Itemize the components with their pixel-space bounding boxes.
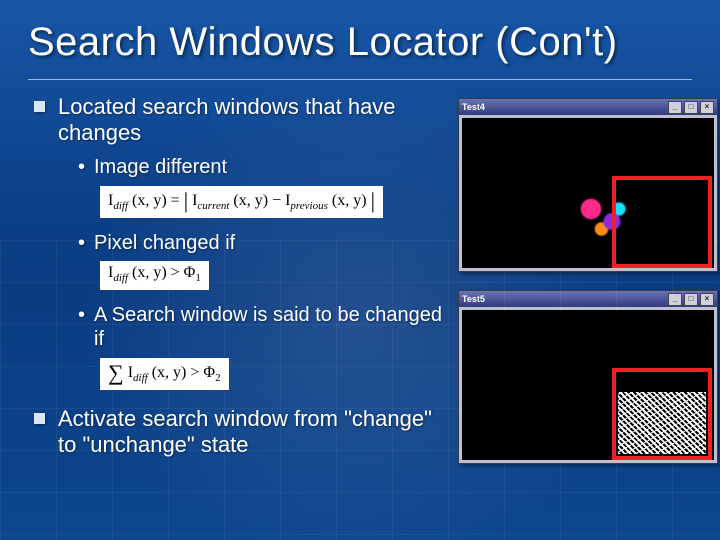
bullet-text: Located search windows that have changes bbox=[58, 94, 396, 145]
sub-text: Image different bbox=[94, 156, 227, 178]
sub-image-different: Image different Idiff (x, y) = | Icurren… bbox=[78, 156, 446, 218]
noise-pattern bbox=[618, 392, 706, 454]
formula-phi1: Idiff (x, y) > Φ1 bbox=[100, 261, 209, 290]
bullet-activate: Activate search window from "change" to … bbox=[28, 406, 446, 458]
window-canvas bbox=[462, 118, 714, 268]
sub-text: Pixel changed if bbox=[94, 232, 235, 254]
sub-text: A Search window is said to be changed if bbox=[94, 304, 442, 350]
sub-list: Image different Idiff (x, y) = | Icurren… bbox=[58, 156, 446, 390]
titlebar: Test5 _ □ × bbox=[459, 291, 717, 307]
image-column: Test4 _ □ × Test5 _ □ bbox=[458, 94, 718, 474]
maximize-icon[interactable]: □ bbox=[684, 293, 698, 306]
close-icon[interactable]: × bbox=[700, 293, 714, 306]
slide-body: Located search windows that have changes… bbox=[28, 94, 692, 474]
bullet-located: Located search windows that have changes… bbox=[28, 94, 446, 390]
window-title: Test4 bbox=[462, 102, 485, 112]
bullet-text: Activate search window from "change" to … bbox=[58, 406, 432, 457]
search-window-rect bbox=[612, 368, 712, 460]
maximize-icon[interactable]: □ bbox=[684, 101, 698, 114]
slide: Search Windows Locator (Con't) Located s… bbox=[0, 0, 720, 540]
window-bottom: Test5 _ □ × bbox=[458, 290, 718, 464]
minimize-icon[interactable]: _ bbox=[668, 101, 682, 114]
window-top: Test4 _ □ × bbox=[458, 98, 718, 272]
sub-pixel-changed: Pixel changed if Idiff (x, y) > Φ1 bbox=[78, 232, 446, 291]
search-window-rect bbox=[612, 176, 712, 268]
sub-window-changed: A Search window is said to be changed if… bbox=[78, 304, 446, 389]
window-canvas bbox=[462, 310, 714, 460]
close-icon[interactable]: × bbox=[700, 101, 714, 114]
slide-title: Search Windows Locator (Con't) bbox=[28, 20, 692, 65]
text-column: Located search windows that have changes… bbox=[28, 94, 446, 474]
window-controls: _ □ × bbox=[668, 101, 714, 114]
formula-diff: Idiff (x, y) = | Icurrent (x, y) − Iprev… bbox=[100, 186, 383, 218]
window-controls: _ □ × bbox=[668, 293, 714, 306]
minimize-icon[interactable]: _ bbox=[668, 293, 682, 306]
title-rule bbox=[28, 79, 692, 80]
bullet-list: Located search windows that have changes… bbox=[28, 94, 446, 458]
formula-phi2: ∑ Idiff (x, y) > Φ2 bbox=[100, 358, 229, 390]
window-title: Test5 bbox=[462, 294, 485, 304]
titlebar: Test4 _ □ × bbox=[459, 99, 717, 115]
